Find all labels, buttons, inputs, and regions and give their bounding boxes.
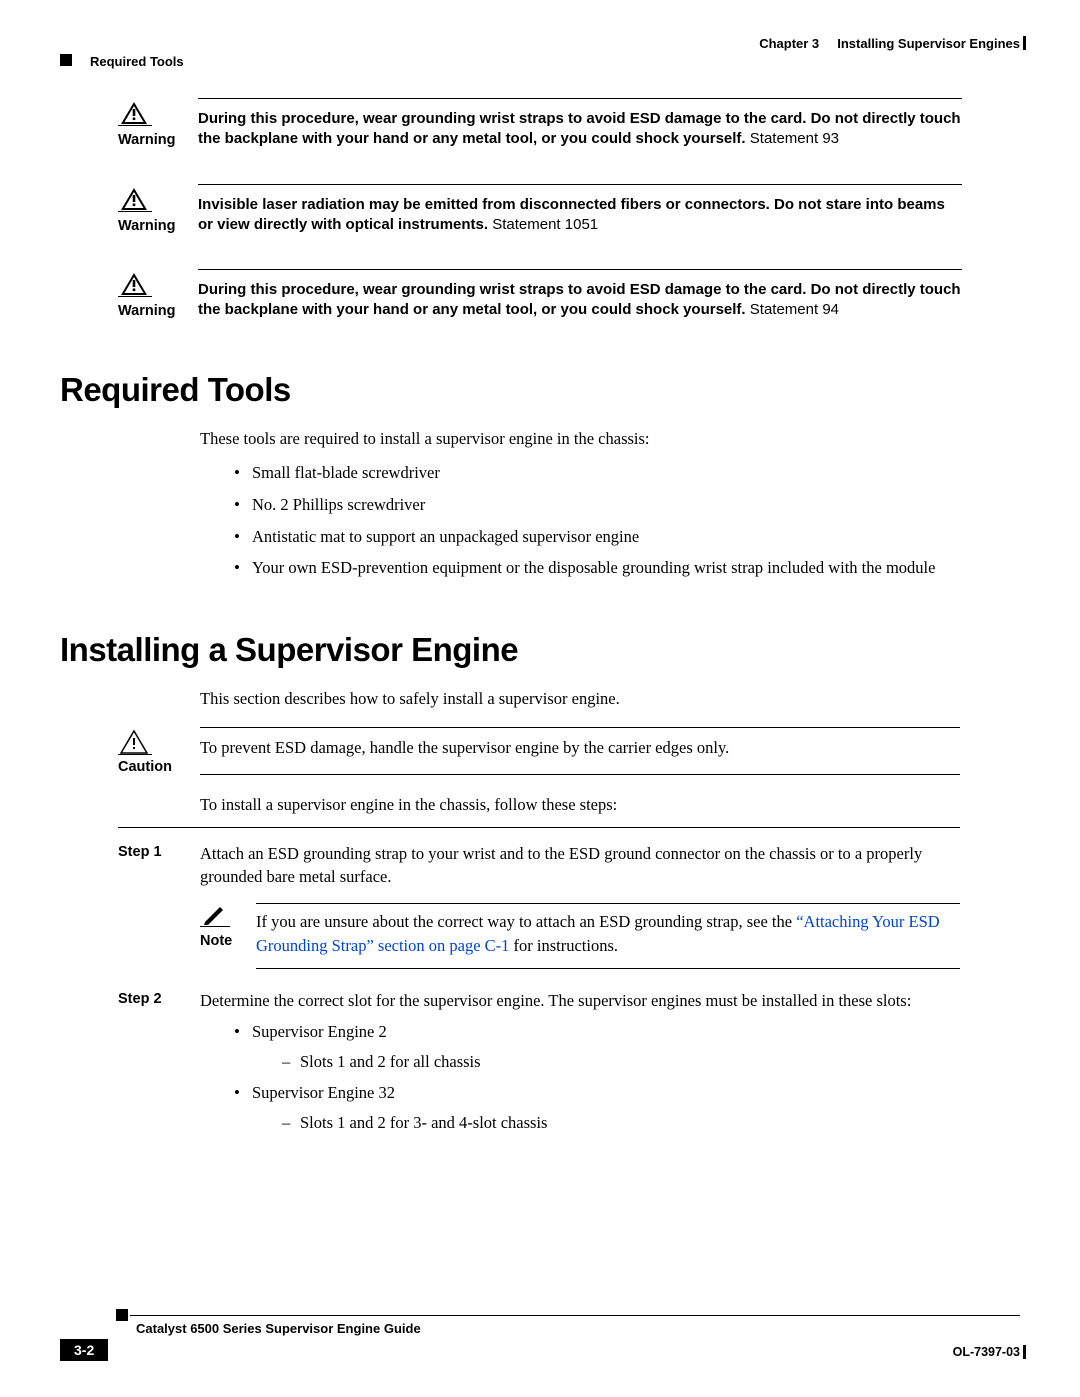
- note-text-post: for instructions.: [509, 936, 618, 955]
- page-number: 3-2: [60, 1339, 108, 1361]
- header-square-icon: [60, 54, 72, 66]
- warning-label: Warning: [118, 303, 198, 319]
- step-label: Step 2: [118, 989, 200, 1141]
- install-lead: To install a supervisor engine in the ch…: [200, 793, 960, 817]
- caution-icon: [118, 727, 152, 755]
- warning-icon: [118, 184, 152, 212]
- warning-icon: [118, 269, 152, 297]
- list-item: Slots 1 and 2 for all chassis: [282, 1049, 960, 1075]
- warning-block: Warning Invisible laser radiation may be…: [118, 184, 962, 236]
- step-bullets: Supervisor Engine 2 Slots 1 and 2 for al…: [234, 1019, 960, 1135]
- caution-block: Caution To prevent ESD damage, handle th…: [118, 727, 960, 775]
- warning-label: Warning: [118, 218, 198, 234]
- running-header: Chapter 3 Installing Supervisor Engines …: [60, 36, 1020, 64]
- step-label: Step 1: [118, 842, 200, 970]
- warning-statement: Statement 94: [746, 301, 839, 318]
- warning-icon: [118, 98, 152, 126]
- list-item: Supervisor Engine 32 Slots 1 and 2 for 3…: [234, 1080, 960, 1135]
- book-title: Catalyst 6500 Series Supervisor Engine G…: [136, 1321, 421, 1336]
- document-number: OL-7397-03: [953, 1345, 1020, 1359]
- caution-label: Caution: [118, 759, 200, 775]
- warning-statement: Statement 1051: [488, 216, 598, 233]
- heading-required-tools: Required Tools: [60, 371, 1020, 409]
- running-footer: Catalyst 6500 Series Supervisor Engine G…: [60, 1315, 1020, 1367]
- heading-install: Installing a Supervisor Engine: [60, 631, 1020, 669]
- warning-block: Warning During this procedure, wear grou…: [118, 98, 962, 150]
- warning-text: During this procedure, wear grounding wr…: [198, 110, 961, 147]
- note-block: Note If you are unsure about the correct…: [200, 903, 960, 969]
- section-current: Required Tools: [90, 54, 184, 69]
- required-tools-intro: These tools are required to install a su…: [200, 427, 960, 451]
- step: Step 1 Attach an ESD grounding strap to …: [118, 842, 960, 970]
- warning-label: Warning: [118, 132, 198, 148]
- step-text: Determine the correct slot for the super…: [200, 991, 911, 1010]
- list-item: Your own ESD-prevention equipment or the…: [234, 555, 960, 581]
- step-text: Attach an ESD grounding strap to your wr…: [200, 844, 922, 887]
- step: Step 2 Determine the correct slot for th…: [118, 989, 960, 1141]
- install-intro: This section describes how to safely ins…: [200, 687, 960, 711]
- chapter-title: Installing Supervisor Engines: [837, 36, 1020, 51]
- warning-statement: Statement 93: [746, 130, 839, 147]
- footer-square-icon: [116, 1309, 128, 1321]
- note-text-pre: If you are unsure about the correct way …: [256, 912, 796, 931]
- chapter-label: Chapter 3: [759, 36, 819, 51]
- caution-text: To prevent ESD damage, handle the superv…: [200, 727, 960, 775]
- note-icon: [200, 903, 230, 927]
- list-item: Supervisor Engine 2 Slots 1 and 2 for al…: [234, 1019, 960, 1074]
- warning-text: During this procedure, wear grounding wr…: [198, 281, 961, 318]
- list-item: Slots 1 and 2 for 3- and 4-slot chassis: [282, 1110, 960, 1136]
- header-accent-bar: [1023, 36, 1026, 50]
- list-item: No. 2 Phillips screwdriver: [234, 492, 960, 518]
- list-item: Small flat-blade screwdriver: [234, 460, 960, 486]
- step-list: Step 1 Attach an ESD grounding strap to …: [118, 827, 960, 1142]
- note-label: Note: [200, 931, 256, 952]
- list-item: Antistatic mat to support an unpackaged …: [234, 524, 960, 550]
- required-tools-list: Small flat-blade screwdriver No. 2 Phill…: [234, 460, 960, 580]
- warning-block: Warning During this procedure, wear grou…: [118, 269, 962, 321]
- footer-accent-bar: [1023, 1345, 1026, 1359]
